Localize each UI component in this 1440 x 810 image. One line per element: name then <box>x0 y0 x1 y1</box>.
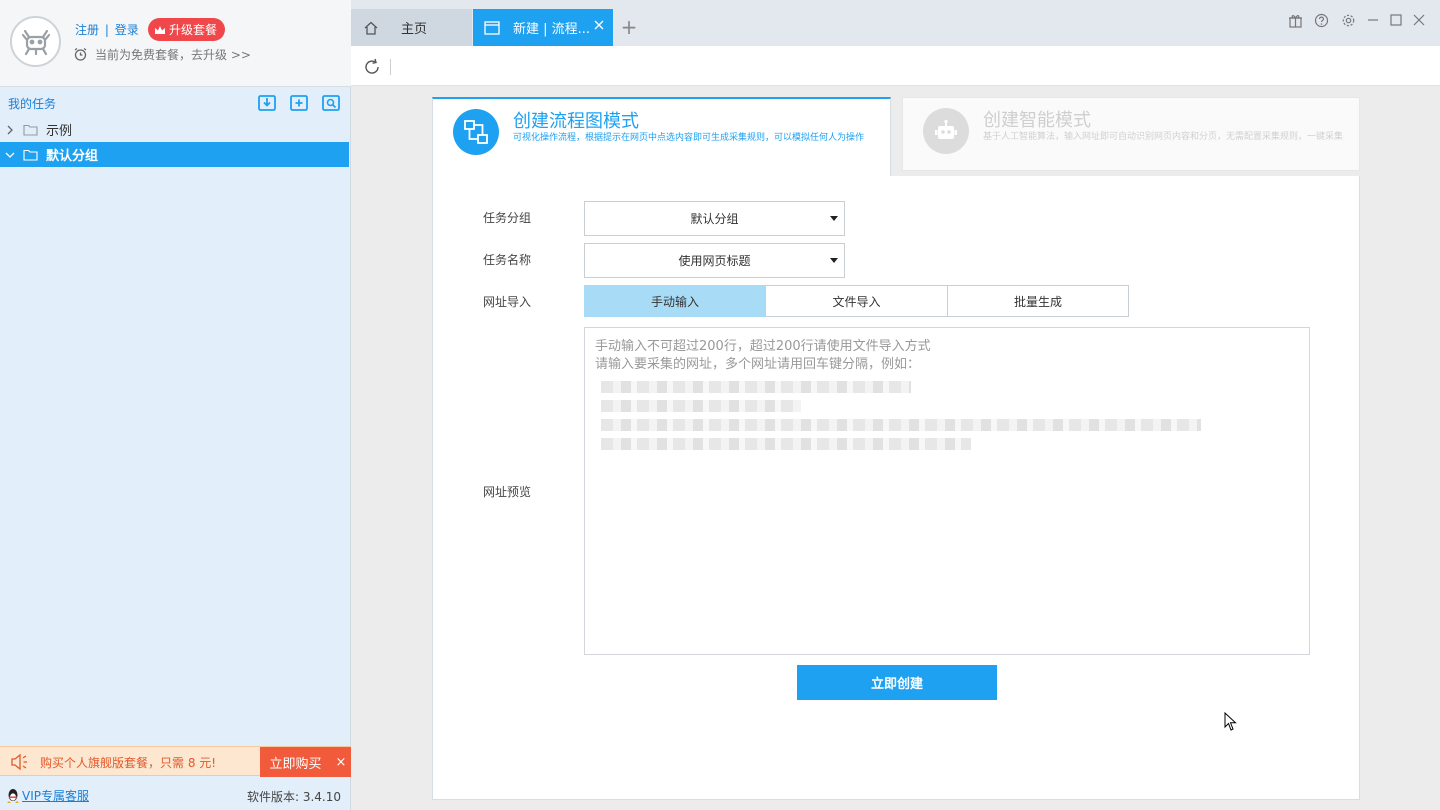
sidebar-footer: VIP专属客服 软件版本: 3.4.10 <box>0 780 351 810</box>
tree-item-default-group[interactable]: 默认分组 <box>0 142 349 167</box>
speaker-icon <box>10 753 30 774</box>
placeholder-line-1: 手动输入不可超过200行，超过200行请使用文件导入方式 <box>595 339 931 354</box>
refresh-icon[interactable] <box>361 56 383 78</box>
tab-home[interactable]: 主页 <box>351 9 472 46</box>
vip-support-link[interactable]: VIP专属客服 <box>6 787 89 804</box>
tab-bar: 主页 新建 | 流程... + <box>351 0 1440 46</box>
register-link[interactable]: 注册 <box>75 23 99 37</box>
tab-home-label: 主页 <box>401 22 428 37</box>
import-icon[interactable] <box>256 92 278 114</box>
tab-close-icon[interactable] <box>594 20 604 30</box>
my-tasks-title: 我的任务 <box>8 97 57 111</box>
blurred-example-url <box>601 438 971 450</box>
qq-penguin-icon <box>7 788 19 803</box>
placeholder-line-2: 请输入要采集的网址，多个网址请用回车键分隔，例如： <box>595 357 921 372</box>
alarm-clock-icon <box>74 47 87 61</box>
task-name-value: 使用网页标题 <box>678 254 751 268</box>
search-task-icon[interactable] <box>320 92 342 114</box>
task-name-label: 任务名称 <box>483 253 532 267</box>
avatar[interactable] <box>10 16 61 67</box>
task-group-value: 默认分组 <box>690 212 739 226</box>
tab-new-flow[interactable]: 新建 | 流程... <box>473 9 613 46</box>
sidebar: 注册 | 登录 升级套餐 当前为免费套餐，去升级 >> 我的任务 示例 默认分组… <box>0 0 351 810</box>
promo-text: 购买个人旗舰版套餐，只需 8 元! <box>40 756 217 770</box>
upgrade-label: 升级套餐 <box>169 23 218 37</box>
mode-description: 基于人工智能算法，输入网址即可自动识别网页内容和分页，无需配置采集规则，一键采集 <box>983 132 1344 142</box>
mode-title: 创建流程图模式 <box>513 111 639 132</box>
add-tab-button[interactable]: + <box>619 12 639 42</box>
seg-file-import[interactable]: 文件导入 <box>765 285 948 317</box>
folder-icon <box>20 149 40 161</box>
mode-card-smart[interactable]: 创建智能模式 基于人工智能算法，输入网址即可自动识别网页内容和分页，无需配置采集… <box>902 97 1360 171</box>
promo-banner: 购买个人旗舰版套餐，只需 8 元! 立即购买 × <box>0 746 351 777</box>
task-header: 我的任务 <box>0 90 351 116</box>
maximize-icon[interactable] <box>1386 10 1406 30</box>
promo-close-button[interactable]: × <box>331 747 351 777</box>
plan-status-text: 当前为免费套餐，去升级 >> <box>95 48 251 62</box>
minimize-icon[interactable] <box>1363 10 1383 30</box>
help-icon[interactable] <box>1311 10 1331 30</box>
url-input-area[interactable]: 手动输入不可超过200行，超过200行请使用文件导入方式 请输入要采集的网址，多… <box>584 327 1310 655</box>
buy-now-button[interactable]: 立即购买 <box>260 747 331 777</box>
mouse-cursor-icon <box>1224 712 1237 731</box>
crown-icon <box>155 25 165 34</box>
create-task-form: 任务分组 默认分组 任务名称 使用网页标题 网址导入 手动输入 文件导入 批量生… <box>432 176 1360 800</box>
auth-separator: | <box>104 23 109 37</box>
mode-card-flowchart[interactable]: 创建流程图模式 可视化操作流程，根据提示在网页中点选内容即可生成采集规则，可以模… <box>432 97 891 177</box>
url-preview-label: 网址预览 <box>483 485 532 499</box>
vip-support-label: VIP专属客服 <box>22 789 89 803</box>
add-task-icon[interactable] <box>288 92 310 114</box>
upgrade-button[interactable]: 升级套餐 <box>148 18 226 41</box>
toolbar-divider <box>390 59 391 75</box>
seg-manual-input[interactable]: 手动输入 <box>584 285 766 317</box>
folder-icon <box>20 124 40 136</box>
settings-icon[interactable] <box>1338 10 1358 30</box>
blurred-example-url <box>601 381 911 393</box>
plan-status-row[interactable]: 当前为免费套餐，去升级 >> <box>73 46 251 63</box>
seg-batch-generate[interactable]: 批量生成 <box>947 285 1129 317</box>
chevron-down-icon[interactable] <box>0 151 20 159</box>
tree-item-label: 默认分组 <box>46 149 99 164</box>
login-link[interactable]: 登录 <box>115 23 139 37</box>
gift-icon[interactable] <box>1285 10 1305 30</box>
task-group-select[interactable]: 默认分组 <box>584 201 845 236</box>
chevron-right-icon[interactable] <box>0 125 20 135</box>
tab-new-flow-label: 新建 | 流程... <box>513 22 591 37</box>
url-import-label: 网址导入 <box>483 295 532 309</box>
toolbar <box>351 46 1440 86</box>
home-icon <box>363 20 379 36</box>
create-now-button[interactable]: 立即创建 <box>797 665 997 700</box>
user-area: 注册 | 登录 升级套餐 当前为免费套餐，去升级 >> <box>0 0 351 87</box>
version-label: 软件版本: 3.4.10 <box>246 790 341 804</box>
blurred-example-url <box>601 400 801 412</box>
close-icon[interactable] <box>1409 10 1429 30</box>
robot-icon <box>923 108 969 154</box>
dropdown-caret-icon <box>830 258 838 263</box>
task-group-label: 任务分组 <box>483 211 532 225</box>
auth-links: 注册 | 登录 <box>75 21 139 38</box>
task-name-select[interactable]: 使用网页标题 <box>584 243 845 278</box>
mode-title: 创建智能模式 <box>983 110 1091 131</box>
dropdown-caret-icon <box>830 216 838 221</box>
window-icon <box>484 20 500 35</box>
tree-item-example[interactable]: 示例 <box>0 117 349 142</box>
flowchart-icon <box>453 109 499 155</box>
mode-description: 可视化操作流程，根据提示在网页中点选内容即可生成采集规则，可以模拟任何人为操作 <box>513 133 865 143</box>
blurred-example-url <box>601 419 1201 431</box>
tree-item-label: 示例 <box>46 124 73 139</box>
robot-crab-icon <box>21 29 50 55</box>
